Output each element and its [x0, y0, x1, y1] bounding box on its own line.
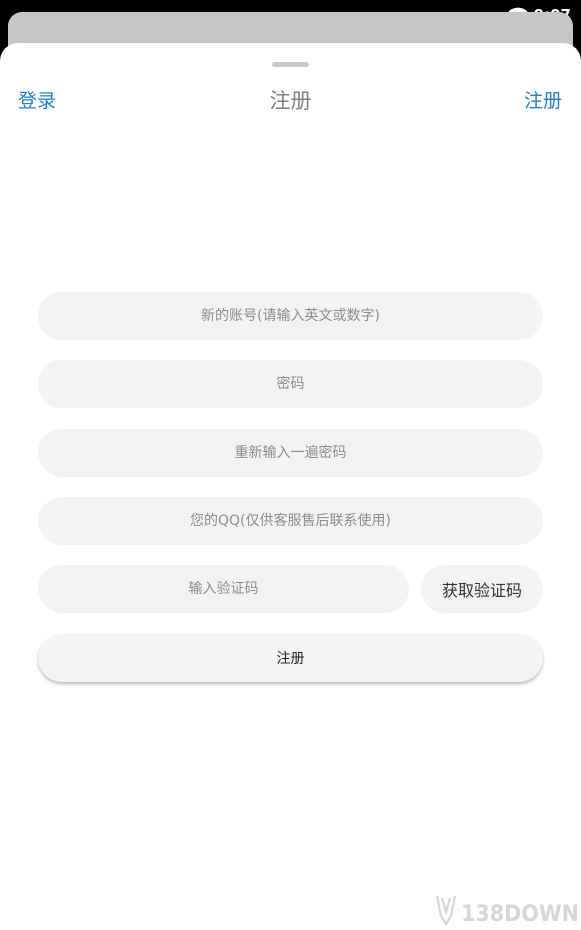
- register-submit-label: 注册: [276, 651, 305, 667]
- watermark-logo: 138DOWN: [435, 895, 579, 927]
- sheet-drag-handle[interactable]: [272, 62, 309, 67]
- password-input[interactable]: [38, 360, 543, 408]
- verification-code-input[interactable]: [38, 565, 409, 613]
- qq-input[interactable]: [38, 497, 543, 545]
- watermark-text: 138DOWN: [461, 902, 579, 927]
- watermark-mark-icon: [435, 895, 457, 927]
- watermark: 138DOWN: [431, 890, 581, 930]
- page-title: 注册: [269, 89, 312, 113]
- get-code-button[interactable]: 获取验证码: [421, 565, 543, 613]
- register-link[interactable]: 注册: [524, 86, 562, 113]
- register-submit-button[interactable]: 注册: [38, 634, 543, 682]
- register-sheet: 登录 注册 注册 获取验证码 注册: [0, 43, 581, 930]
- new-account-input[interactable]: [38, 292, 543, 340]
- confirm-password-input[interactable]: [38, 429, 543, 477]
- get-code-label: 获取验证码: [441, 581, 522, 600]
